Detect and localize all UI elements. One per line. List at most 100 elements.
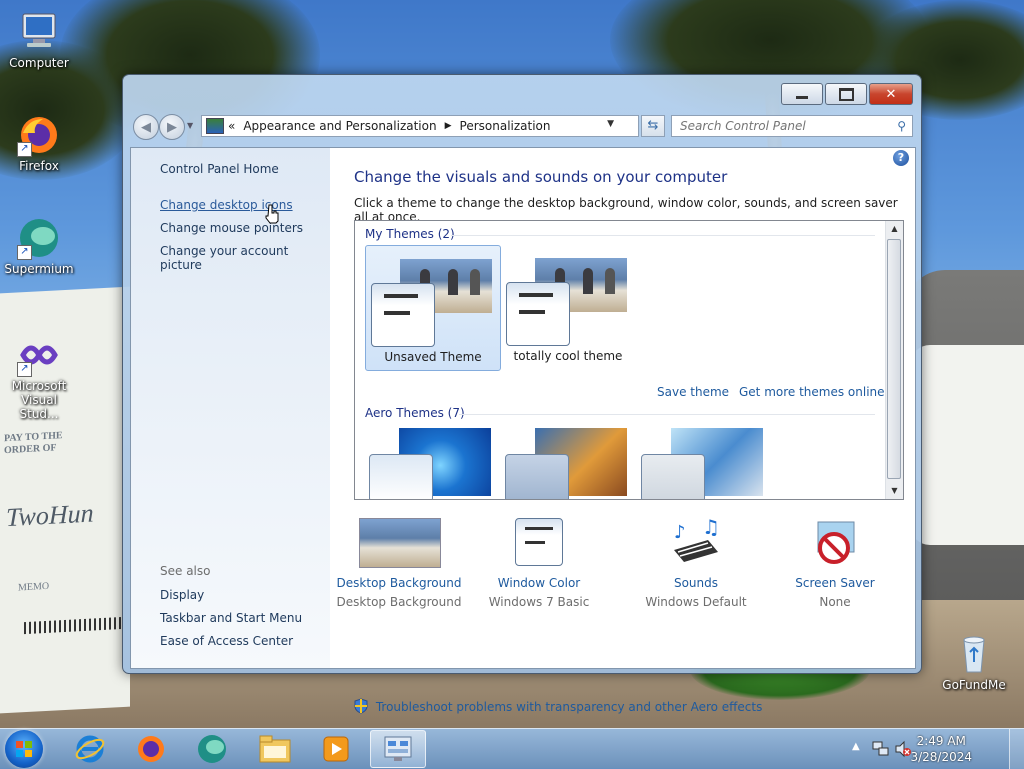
taskbar-file-explorer[interactable]: [247, 730, 303, 768]
breadcrumb-separator-icon[interactable]: ▶: [445, 121, 452, 131]
forward-button[interactable]: ▶: [159, 114, 185, 140]
recycle-bin-icon: [952, 632, 996, 676]
left-task-pane: Control Panel Home Change desktop icons …: [131, 148, 330, 668]
maximize-icon: [838, 87, 854, 101]
get-more-themes-link[interactable]: Get more themes online: [739, 385, 885, 399]
desktop-icon-label: GoFundMe: [942, 678, 1006, 692]
ease-of-access-link[interactable]: Ease of Access Center: [160, 634, 293, 648]
search-icon[interactable]: ⚲: [897, 119, 906, 133]
taskbar-internet-explorer[interactable]: [62, 730, 118, 768]
aero-theme-characters[interactable]: [641, 428, 763, 499]
screen-saver-setting[interactable]: Screen Saver None: [770, 518, 900, 609]
address-bar[interactable]: « Appearance and Personalization ▶ Perso…: [201, 115, 639, 137]
taskbar-start-menu-link[interactable]: Taskbar and Start Menu: [160, 611, 302, 625]
show-desktop-button[interactable]: [1009, 729, 1024, 769]
window-content: Control Panel Home Change desktop icons …: [130, 147, 916, 714]
recent-pages-dropdown-icon[interactable]: ▼: [187, 121, 193, 130]
address-dropdown-icon[interactable]: ▼: [607, 119, 614, 129]
desktop-background-setting[interactable]: Desktop Background Desktop Background: [334, 518, 464, 609]
firefox-icon: [138, 736, 164, 762]
window-color-setting[interactable]: Window Color Windows 7 Basic: [474, 518, 604, 609]
supermium-icon: [198, 735, 226, 763]
desktop-background-icon: [359, 518, 441, 568]
close-icon: ✕: [885, 86, 897, 102]
taskbar-control-panel[interactable]: [370, 730, 426, 768]
close-button[interactable]: ✕: [869, 83, 913, 105]
desktop-icon-firefox[interactable]: ↗ Firefox: [3, 113, 75, 173]
page-heading: Change the visuals and sounds on your co…: [354, 168, 728, 186]
search-input[interactable]: [678, 116, 892, 136]
my-themes-heading: My Themes (2): [365, 227, 455, 241]
aero-theme-windows7[interactable]: [369, 428, 491, 499]
troubleshoot-link[interactable]: Troubleshoot problems with transparency …: [376, 700, 763, 714]
shortcut-arrow-icon: ↗: [17, 362, 32, 377]
sounds-link[interactable]: Sounds: [631, 576, 761, 590]
desktop-icon-supermium[interactable]: ↗ Supermium: [3, 216, 75, 276]
troubleshoot-row[interactable]: Troubleshoot problems with transparency …: [354, 698, 762, 714]
desktop-background-value: Desktop Background: [336, 595, 462, 609]
theme-tile-unsaved[interactable]: Unsaved Theme: [365, 245, 501, 371]
breadcrumb-appearance[interactable]: Appearance and Personalization: [243, 119, 436, 133]
aero-theme-architecture[interactable]: [505, 428, 627, 499]
start-button[interactable]: [5, 730, 43, 768]
window-color-icon: [515, 518, 563, 568]
theme-name: Unsaved Theme: [384, 350, 482, 364]
navigation-bar: ◀ ▶ ▼ « Appearance and Personalization ▶…: [131, 113, 913, 140]
taskbar-supermium[interactable]: [184, 730, 240, 768]
visual-studio-icon: ↗: [17, 333, 61, 377]
personalization-window: ✕ ◀ ▶ ▼ « Appearance and Personalization…: [122, 74, 922, 714]
minimize-button[interactable]: [781, 83, 823, 105]
control-panel-home-link[interactable]: Control Panel Home: [160, 162, 279, 176]
sounds-value: Windows Default: [645, 595, 747, 609]
forward-arrow-icon: ▶: [167, 119, 177, 135]
scrollbar-thumb[interactable]: [887, 239, 901, 479]
show-hidden-icons-icon[interactable]: ▲: [852, 741, 860, 752]
desktop-background-link[interactable]: Desktop Background: [334, 576, 464, 590]
refresh-icon: ⇆: [647, 118, 659, 133]
theme-tile-totally-cool[interactable]: totally cool theme: [501, 245, 635, 369]
see-also-heading: See also: [160, 564, 211, 578]
sounds-setting[interactable]: ♪ ♫ Sounds Windows Default: [631, 515, 761, 609]
taskbar-media-player[interactable]: [308, 730, 364, 768]
check-amount: TwoHun: [6, 498, 94, 533]
desktop-icon-label: Firefox: [19, 159, 59, 173]
scroll-up-icon[interactable]: ▲: [886, 221, 903, 237]
desktop-icon-visual-studio[interactable]: ↗ Microsoft Visual Stud...: [3, 333, 75, 421]
svg-text:♪: ♪: [674, 522, 686, 543]
scroll-down-icon[interactable]: ▼: [886, 483, 903, 499]
desktop-icon-label: Microsoft Visual Stud...: [11, 379, 67, 421]
clock-time: 2:49 AM: [916, 734, 966, 748]
change-mouse-pointers-link[interactable]: Change mouse pointers: [160, 221, 303, 235]
desktop-icon-recycle-bin[interactable]: GoFundMe: [938, 632, 1010, 692]
network-icon[interactable]: [872, 740, 890, 758]
media-player-icon: [323, 736, 349, 762]
computer-icon: [17, 10, 61, 54]
aero-themes-heading: Aero Themes (7): [365, 406, 465, 420]
svg-text:♫: ♫: [702, 518, 720, 539]
save-theme-link[interactable]: Save theme: [657, 385, 729, 399]
search-box[interactable]: ⚲: [671, 115, 913, 137]
desktop-icon-computer[interactable]: Computer: [3, 10, 75, 70]
taskbar-firefox[interactable]: [123, 730, 179, 768]
screen-saver-value: None: [819, 595, 851, 609]
clock-date: 3/28/2024: [910, 750, 972, 764]
desktop-icon-label: Supermium: [4, 262, 74, 276]
help-icon[interactable]: ?: [893, 150, 909, 166]
themes-list: My Themes (2) Unsaved Theme totally cool…: [354, 220, 904, 500]
shortcut-arrow-icon: ↗: [17, 245, 32, 260]
change-account-picture-link[interactable]: Change your account picture: [160, 244, 330, 272]
screen-saver-icon: [810, 518, 860, 568]
system-clock[interactable]: 2:49 AM 3/28/2024: [910, 733, 972, 765]
display-link[interactable]: Display: [160, 588, 204, 602]
screen-saver-link[interactable]: Screen Saver: [770, 576, 900, 590]
maximize-button[interactable]: [825, 83, 867, 105]
breadcrumb-personalization[interactable]: Personalization: [460, 119, 551, 133]
back-button[interactable]: ◀: [133, 114, 159, 140]
refresh-button[interactable]: ⇆: [641, 115, 665, 137]
themes-scrollbar[interactable]: ▲ ▼: [885, 221, 903, 499]
window-color-link[interactable]: Window Color: [474, 576, 604, 590]
window-color-value: Windows 7 Basic: [488, 595, 590, 609]
control-panel-icon: [384, 736, 412, 761]
breadcrumb-chevrons-icon[interactable]: «: [228, 119, 235, 133]
supermium-icon: ↗: [17, 216, 61, 260]
